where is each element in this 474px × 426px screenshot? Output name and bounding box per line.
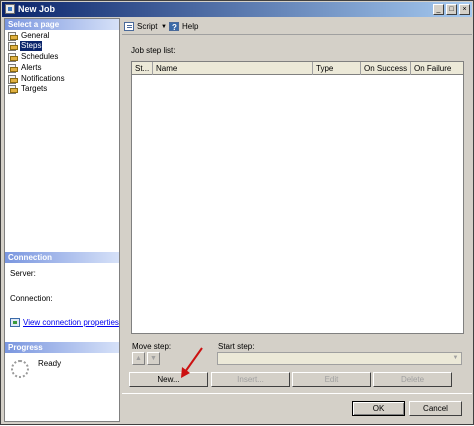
job-step-list-label: Job step list: [131,46,176,55]
new-job-window: New Job _ □ × Select a page General Step… [0,0,474,425]
grid-header: St... Name Type On Success On Failure [132,62,463,75]
chevron-down-icon[interactable]: ▼ [161,22,167,33]
cancel-button[interactable]: Cancel [409,401,462,416]
column-header-step[interactable]: St... [132,62,153,75]
page-item-general[interactable]: General [7,31,107,41]
connection-properties-icon [10,318,20,327]
close-button[interactable]: × [459,4,470,15]
progress-spinner-icon [11,360,29,378]
help-icon [169,22,179,33]
window-title: New Job [18,4,56,14]
page-icon [7,75,18,84]
script-button[interactable]: Script ▼ [124,21,168,32]
minimize-button[interactable]: _ [433,4,444,15]
column-header-on-failure[interactable]: On Failure [411,62,463,75]
page-icon [7,42,18,51]
progress-status: Ready [38,359,62,368]
main-panel: Script ▼ Help Job step list: St... Name … [122,18,472,393]
page-item-targets[interactable]: Targets [7,84,107,94]
view-connection-properties-link[interactable]: View connection properties [23,318,119,327]
toolbar: Script ▼ Help [122,18,472,35]
job-step-grid[interactable]: St... Name Type On Success On Failure [131,61,464,334]
window-icon [5,4,15,14]
start-step-label: Start step: [218,342,255,351]
connection-label: Connection: [10,294,53,303]
help-label: Help [182,22,199,31]
column-header-on-success[interactable]: On Success [361,62,411,75]
script-icon [124,22,134,31]
delete-step-button[interactable]: Delete [373,372,452,387]
title-bar[interactable]: New Job _ □ × [2,2,472,17]
select-page-header: Select a page [5,19,119,30]
page-item-label: Targets [21,84,48,93]
start-step-select[interactable]: ▼ [217,352,462,365]
edit-step-button[interactable]: Edit [292,372,371,387]
script-label: Script [137,22,158,31]
server-label: Server: [10,269,36,278]
page-item-alerts[interactable]: Alerts [7,63,107,73]
page-item-steps[interactable]: Steps [7,41,107,51]
page-item-label: Steps [20,41,43,51]
page-icon [7,32,18,41]
new-step-button[interactable]: New... [129,372,208,387]
left-panel: Select a page General Steps Schedules Al… [4,18,120,422]
maximize-button[interactable]: □ [446,4,457,15]
page-item-label: Alerts [21,63,42,72]
connection-header: Connection [5,252,119,263]
move-step-up-button[interactable]: ▲ [132,352,145,365]
page-item-schedules[interactable]: Schedules [7,52,107,62]
insert-step-button[interactable]: Insert... [211,372,290,387]
page-icon [7,53,18,62]
page-item-label: Notifications [21,74,65,83]
chevron-down-icon: ▼ [452,355,459,361]
move-step-down-button[interactable]: ▼ [147,352,160,365]
page-item-notifications[interactable]: Notifications [7,74,107,84]
page-item-label: Schedules [21,52,59,61]
help-button[interactable]: Help [169,21,201,33]
footer-divider [122,393,472,394]
progress-header: Progress [5,342,119,353]
column-header-name[interactable]: Name [153,62,313,75]
column-header-type[interactable]: Type [313,62,361,75]
page-icon [7,85,18,94]
page-icon [7,64,18,73]
ok-button[interactable]: OK [352,401,405,416]
page-item-label: General [21,31,50,40]
move-step-label: Move step: [132,342,172,351]
